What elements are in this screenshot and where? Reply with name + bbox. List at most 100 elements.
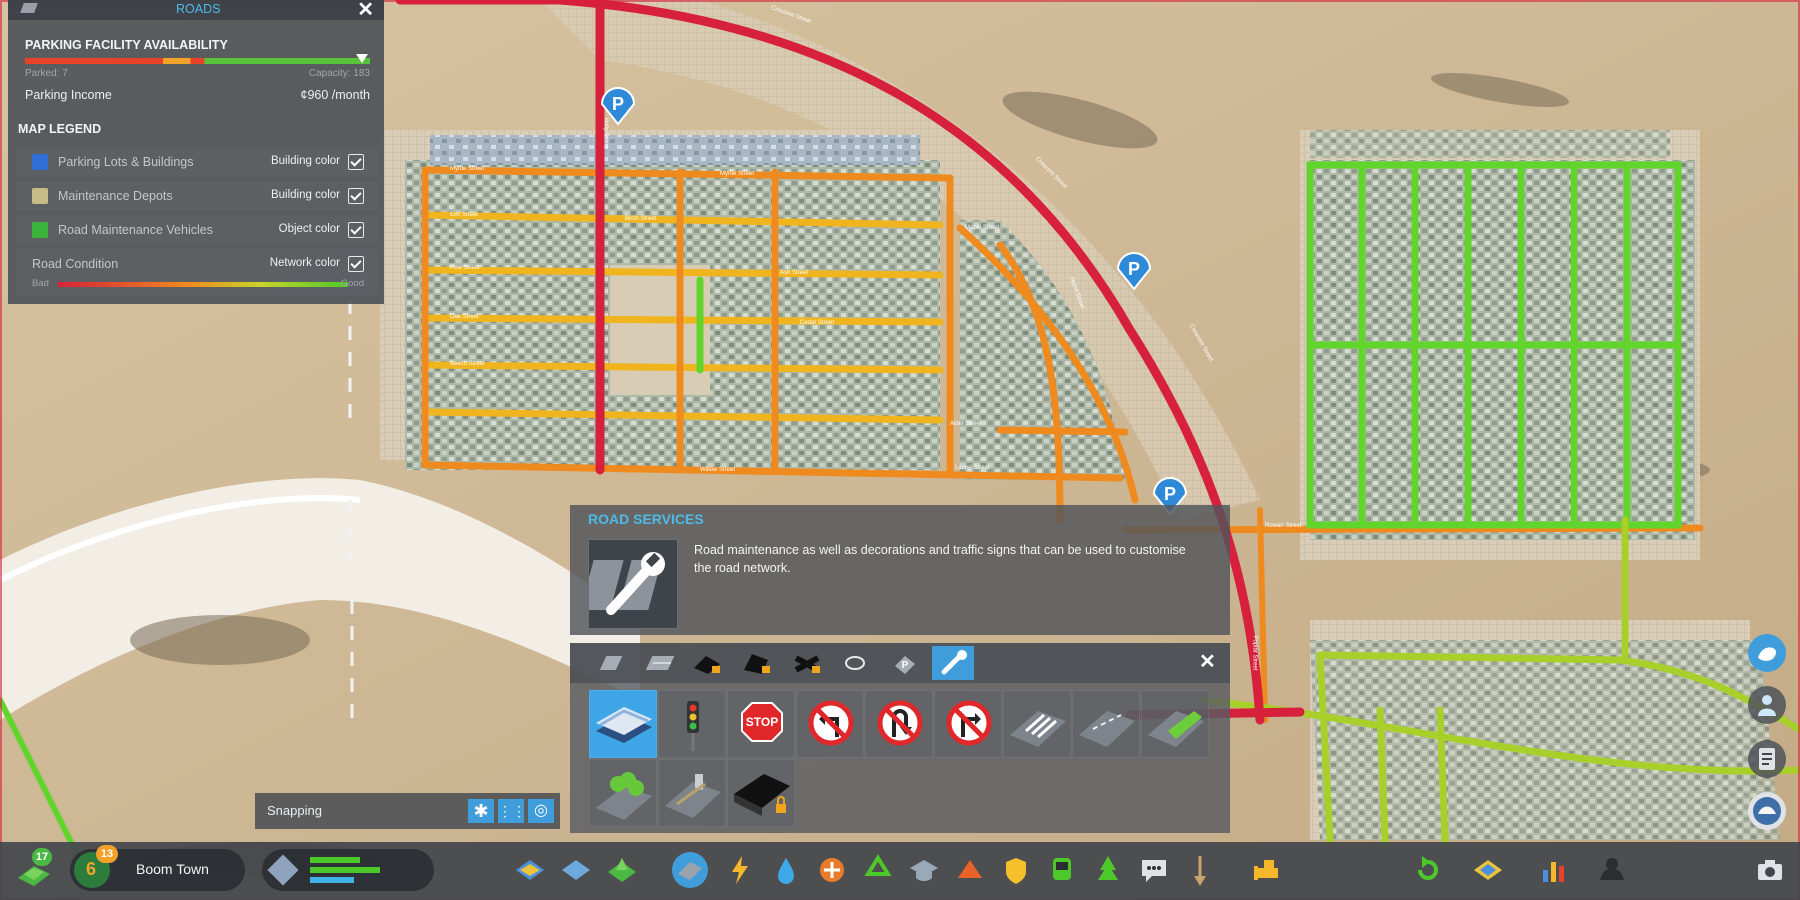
roads-icon[interactable] — [672, 852, 708, 888]
vehicles-color-swatch — [32, 222, 48, 238]
citizens-icon[interactable] — [1748, 686, 1786, 724]
tab-medium-roads[interactable] — [641, 646, 675, 680]
tool-crosswalk[interactable] — [1003, 690, 1071, 758]
snapping-label: Snapping — [267, 803, 322, 818]
landscaping-shovel-icon[interactable] — [1182, 852, 1218, 888]
road-services-title: ROAD SERVICES — [588, 511, 704, 527]
tool-no-left-turn[interactable] — [796, 690, 864, 758]
tab-intersections[interactable] — [790, 646, 824, 680]
bulldozer-icon[interactable] — [1250, 852, 1286, 888]
legend-checkbox-maintenance[interactable] — [348, 188, 364, 204]
chevron-down-icon — [356, 54, 368, 63]
parks-icon[interactable] — [1090, 852, 1126, 888]
legend-label: Road Maintenance Vehicles — [58, 223, 213, 237]
fire-icon[interactable] — [952, 852, 988, 888]
undo-icon[interactable] — [1410, 852, 1446, 888]
city-info-button[interactable]: 6 13 Boom Town — [70, 845, 245, 891]
legend-label: Maintenance Depots — [58, 189, 173, 203]
tool-locked-upgrade[interactable] — [727, 759, 795, 827]
demand-panel[interactable] — [262, 849, 434, 891]
scale-bad-label: Bad — [32, 278, 49, 289]
legend-checkbox-parking[interactable] — [348, 154, 364, 170]
svg-text:STOP: STOP — [746, 715, 778, 729]
photo-mode-icon[interactable] — [1752, 852, 1788, 888]
population-icon[interactable]: 17 — [14, 848, 54, 890]
parking-heading: PARKING FACILITY AVAILABILITY — [25, 38, 228, 52]
water-icon[interactable] — [768, 852, 804, 888]
legend-row-vehicles: Road Maintenance Vehicles Object color — [16, 215, 378, 245]
legend-heading: MAP LEGEND — [18, 122, 102, 136]
svg-text:P: P — [612, 94, 624, 114]
tool-no-right-turn[interactable] — [934, 690, 1002, 758]
legend-color-type: Building color — [270, 155, 340, 167]
communications-icon[interactable] — [1136, 852, 1172, 888]
tool-sidewalk[interactable] — [658, 759, 726, 827]
tool-maintenance-depot[interactable] — [589, 690, 657, 758]
tool-trees[interactable] — [589, 759, 657, 827]
legend-row-parking: Parking Lots & Buildings Building color — [16, 147, 378, 177]
demand-bar-commercial — [310, 867, 380, 873]
landscaping-icon[interactable] — [604, 852, 640, 888]
parked-count: Parked: 7 — [25, 68, 68, 79]
parking-capacity: Capacity: 183 — [308, 68, 370, 79]
advisor-icon[interactable] — [1594, 852, 1630, 888]
svg-text:P: P — [1164, 484, 1176, 504]
recycling-icon[interactable] — [860, 852, 896, 888]
chirper-icon[interactable] — [1748, 634, 1786, 672]
zoning-icon[interactable] — [512, 852, 548, 888]
roads-panel: ROADS ✕ PARKING FACILITY AVAILABILITY Pa… — [8, 0, 384, 304]
legend-checkbox-road-condition[interactable] — [348, 256, 364, 272]
map-icon[interactable] — [1470, 852, 1506, 888]
level-badge: 13 — [96, 845, 118, 863]
statistics-icon[interactable] — [1535, 852, 1571, 888]
snap-curve-button[interactable]: ◎ — [528, 799, 554, 823]
tab-roundabouts[interactable] — [838, 646, 872, 680]
city-services-icon — [267, 854, 299, 886]
area-icon[interactable] — [558, 852, 594, 888]
tab-parking[interactable]: P — [887, 646, 921, 680]
city-name: Boom Town — [136, 861, 209, 877]
legend-row-road-condition: Road Condition Network color Bad Good — [16, 249, 378, 295]
legend-label: Parking Lots & Buildings — [58, 155, 194, 169]
tool-traffic-light[interactable] — [658, 690, 726, 758]
tool-stop-sign[interactable]: STOP — [727, 690, 795, 758]
legend-label: Road Condition — [32, 257, 119, 271]
legend-row-maintenance: Maintenance Depots Building color — [16, 181, 378, 211]
legend-color-type: Building color — [270, 189, 340, 201]
journal-icon[interactable] — [1748, 740, 1786, 778]
police-icon[interactable] — [998, 852, 1034, 888]
tab-small-roads[interactable] — [593, 646, 627, 680]
snapping-bar: Snapping ✱ ⋮⋮ ◎ — [255, 793, 560, 829]
snap-parallel-button[interactable]: ⋮⋮ — [498, 799, 526, 823]
svg-text:P: P — [902, 660, 909, 671]
close-icon[interactable]: ✕ — [357, 0, 374, 22]
tab-highway-ramps[interactable] — [740, 646, 774, 680]
radio-icon[interactable] — [1748, 792, 1786, 830]
demand-bar-industrial — [310, 877, 354, 883]
roads-panel-header: ROADS ✕ — [8, 0, 384, 22]
city-level: 6 — [86, 859, 97, 879]
tool-no-u-turn[interactable] — [865, 690, 933, 758]
legend-color-type: Object color — [278, 223, 340, 235]
electricity-icon[interactable] — [722, 852, 758, 888]
demand-bar-residential — [310, 857, 360, 863]
legend-checkbox-vehicles[interactable] — [348, 222, 364, 238]
education-icon[interactable] — [906, 852, 942, 888]
road-services-tooltip: ROAD SERVICES Road maintenance as well a… — [570, 505, 1230, 635]
parking-availability-bar — [25, 58, 370, 64]
parking-income-value: ¢960 /month — [300, 88, 371, 102]
healthcare-icon[interactable] — [814, 852, 850, 888]
parking-color-swatch — [32, 154, 48, 170]
road-condition-scale — [58, 282, 348, 287]
snap-all-button[interactable]: ✱ — [468, 799, 494, 823]
tab-highways[interactable] — [690, 646, 724, 680]
tool-grass-strip[interactable] — [1141, 690, 1209, 758]
road-tool-icon — [20, 3, 38, 13]
close-icon[interactable]: ✕ — [1199, 649, 1216, 674]
transport-icon[interactable] — [1044, 852, 1080, 888]
population-badge: 17 — [32, 848, 52, 866]
tab-road-services[interactable] — [932, 646, 974, 680]
road-services-icon — [580, 539, 678, 629]
tool-road-marking[interactable] — [1072, 690, 1140, 758]
road-services-description: Road maintenance as well as decorations … — [694, 543, 1186, 575]
